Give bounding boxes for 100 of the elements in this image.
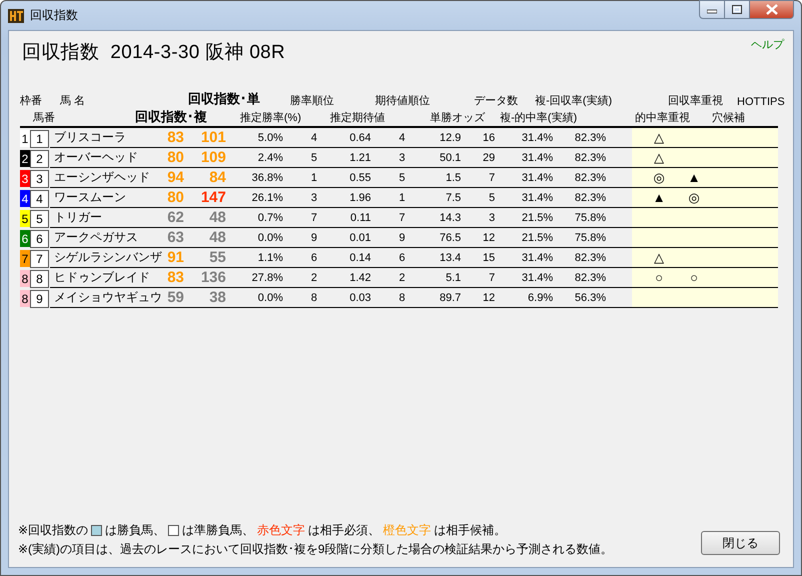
column-header: 推定期待値 (330, 110, 386, 124)
expected-rank: 4 (399, 132, 406, 144)
place-return-rate: 31.4% (522, 192, 553, 204)
win-rank: 2 (311, 272, 318, 284)
place-hit-rate: 82.3% (574, 132, 606, 144)
expected-value: 0.55 (350, 172, 371, 184)
horse-name: オーバーヘッド (54, 149, 138, 166)
column-header: 回収率重視 (668, 94, 724, 108)
place-return-rate: 31.4% (522, 152, 553, 164)
index-place: 48 (209, 229, 226, 246)
footnote-text: ※(実績)の項目は、過去のレースにおいて回収指数･複を9段階に分類した場合の検証結果から予測される数値。 (18, 541, 613, 558)
horse-number: 6 (30, 230, 49, 248)
mark-symbol: ◎ (652, 170, 666, 186)
column-header: 的中率重視 (635, 110, 691, 124)
win-odds: 5.1 (446, 272, 461, 284)
column-header: 馬番 (33, 110, 56, 124)
horse-number: 8 (30, 270, 49, 288)
win-odds: 7.5 (446, 192, 461, 204)
win-rank: 5 (311, 152, 318, 164)
data-count: 29 (482, 152, 495, 164)
expected-value: 0.14 (350, 252, 371, 264)
place-hit-rate: 82.3% (574, 152, 606, 164)
horse-number: 9 (30, 290, 49, 308)
help-link[interactable]: ヘルプ (751, 37, 784, 52)
footnote-text: は準勝負馬、 (182, 522, 254, 539)
place-hit-rate: 82.3% (574, 252, 606, 264)
data-count: 7 (488, 172, 495, 184)
win-odds: 14.3 (440, 212, 461, 224)
column-header: 回収指数･単 (188, 90, 261, 108)
column-header: 回収指数･複 (135, 108, 208, 126)
expected-value: 0.11 (350, 212, 371, 224)
footnote-text: ※回収指数の (18, 522, 88, 539)
expected-value: 0.03 (350, 292, 371, 304)
mark-symbol: ○ (654, 270, 664, 285)
win-rank: 8 (311, 292, 318, 304)
index-single: 91 (167, 249, 184, 266)
win-odds: 50.1 (440, 152, 461, 164)
expected-rank: 9 (399, 232, 406, 244)
horse-name: シゲルラシンバンザ (54, 249, 162, 266)
win-rate: 2.4% (258, 152, 283, 164)
win-rate: 1.1% (258, 252, 283, 264)
data-count: 7 (488, 272, 495, 284)
mark-symbol: ◎ (687, 190, 701, 206)
index-place: 101 (200, 129, 226, 146)
frame-number: 5 (20, 210, 30, 227)
expected-rank: 6 (399, 252, 406, 264)
win-rank: 3 (311, 192, 318, 204)
expected-value: 0.64 (350, 132, 371, 144)
column-header: 単勝オッズ (430, 110, 486, 124)
data-count: 12 (482, 232, 495, 244)
frame-number: 8 (20, 270, 30, 287)
horse-number: 3 (30, 170, 49, 188)
mark-symbol: △ (653, 250, 665, 266)
expected-rank: 8 (399, 292, 406, 304)
column-header: HOTTIPS (737, 96, 785, 108)
footnote-text: は相手候補。 (434, 522, 506, 539)
expected-rank: 5 (399, 172, 406, 184)
place-return-rate: 21.5% (522, 232, 553, 244)
index-single: 80 (167, 149, 184, 166)
footnote-text: 橙色文字 (383, 522, 432, 539)
place-hit-rate: 75.8% (574, 232, 606, 244)
close-button[interactable]: 閉じる (701, 531, 780, 555)
column-header: データ数 (474, 94, 519, 108)
column-header: 複-的中率(実績) (500, 110, 578, 124)
data-count: 16 (482, 132, 495, 144)
window-close-button[interactable] (750, 0, 794, 19)
win-odds: 76.5 (440, 232, 461, 244)
horse-name: ブリスコーラ (54, 129, 126, 146)
win-rate: 26.1% (252, 192, 283, 204)
frame-number: 3 (20, 170, 30, 187)
minimize-button[interactable] (699, 0, 725, 19)
column-header: 期待値順位 (375, 94, 431, 108)
horse-name: アークペガサス (54, 229, 138, 246)
mark-symbol: ▲ (687, 170, 701, 185)
win-odds: 12.9 (440, 132, 461, 144)
mark-symbol: ▲ (652, 190, 666, 205)
place-return-rate: 31.4% (522, 252, 553, 264)
app-icon (8, 8, 24, 24)
win-rank: 4 (311, 132, 318, 144)
win-rank: 9 (311, 232, 318, 244)
horse-number: 7 (30, 250, 49, 268)
place-return-rate: 6.9% (528, 292, 553, 304)
win-rate: 0.7% (258, 212, 283, 224)
window-title: 回収指数 (30, 7, 78, 24)
mark-symbol: △ (653, 130, 665, 146)
maximize-button[interactable] (725, 0, 750, 19)
maximize-icon (732, 5, 742, 14)
data-count: 5 (488, 192, 495, 204)
place-return-rate: 31.4% (522, 132, 553, 144)
expected-value: 1.21 (350, 152, 371, 164)
place-hit-rate: 75.8% (574, 212, 606, 224)
frame-number: 1 (20, 130, 30, 147)
win-odds: 1.5 (446, 172, 461, 184)
index-place: 109 (200, 149, 226, 166)
index-place: 147 (200, 189, 226, 206)
index-place: 38 (209, 289, 226, 306)
footnote-text: 赤色文字 (257, 522, 306, 539)
index-single: 59 (167, 289, 184, 306)
footnote-text: は相手必須、 (308, 522, 380, 539)
place-return-rate: 31.4% (522, 272, 553, 284)
